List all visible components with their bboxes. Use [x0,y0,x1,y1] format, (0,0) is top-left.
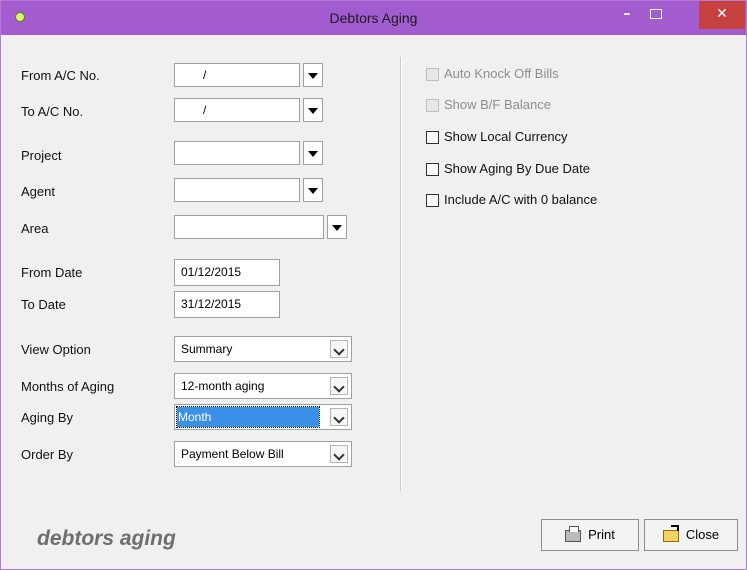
checkbox-box[interactable] [426,163,439,176]
order-by-value: Payment Below Bill [181,447,284,461]
order-by-label: Order By [21,447,74,462]
area-dropdown-button[interactable] [327,215,347,239]
to-date-label: To Date [21,297,66,312]
chevron-down-icon[interactable] [330,377,348,395]
minimize-button[interactable]: – [613,1,641,29]
title-bar[interactable]: Debtors Aging – ✕ [1,1,746,35]
view-option-label: View Option [21,342,91,357]
months-of-aging-value: 12-month aging [181,379,265,393]
months-of-aging-label: Months of Aging [21,379,115,394]
from-ac-dropdown-button[interactable] [303,63,323,87]
to-ac-dropdown-button[interactable] [303,98,323,122]
chevron-down-icon[interactable] [330,408,348,426]
checkbox-box[interactable] [426,68,439,81]
close-window-button[interactable]: ✕ [699,1,745,29]
checkbox-box[interactable] [426,194,439,207]
aging-by-select[interactable]: Month [174,404,352,430]
close-button-label: Close [685,527,720,542]
column-divider [400,57,402,491]
from-date-label: From Date [21,265,83,280]
dropdown-arrow-icon [308,108,318,114]
chevron-down-icon[interactable] [330,340,348,358]
chevron-down-icon[interactable] [330,445,348,463]
dropdown-arrow-icon [308,73,318,79]
agent-label: Agent [21,184,55,199]
maximize-button[interactable] [642,1,670,29]
agent-dropdown-button[interactable] [303,178,323,202]
view-option-select[interactable]: Summary [174,336,352,362]
dropdown-arrow-icon [332,225,342,231]
view-option-value: Summary [181,342,233,356]
auto-knock-off-label: Auto Knock Off Bills [444,66,559,81]
area-input[interactable] [174,215,324,239]
from-ac-label: From A/C No. [21,68,100,83]
dropdown-arrow-icon [308,151,318,157]
project-label: Project [21,148,62,163]
agent-input[interactable] [174,178,300,202]
show-aging-due-date-label: Show Aging By Due Date [444,161,590,176]
show-bf-balance-label: Show B/F Balance [444,97,551,112]
from-date-input[interactable]: 01/12/2015 [174,259,280,286]
printer-icon [565,525,582,542]
maximize-icon [650,9,662,19]
checkbox-box[interactable] [426,131,439,144]
to-date-input[interactable]: 31/12/2015 [174,291,280,318]
debtors-aging-window: Debtors Aging – ✕ From A/C No. / To A/C … [0,0,747,570]
show-local-currency-label: Show Local Currency [444,129,568,144]
project-input[interactable] [174,141,300,165]
area-label: Area [21,221,49,236]
aging-by-value: Month [176,406,320,428]
from-ac-input[interactable]: / [174,63,300,87]
to-ac-label: To A/C No. [21,104,84,119]
order-by-select[interactable]: Payment Below Bill [174,441,352,467]
include-zero-balance-label: Include A/C with 0 balance [444,192,598,207]
dropdown-arrow-icon [308,188,318,194]
close-button[interactable]: Close [644,519,738,551]
print-button[interactable]: Print [541,519,639,551]
checkbox-box[interactable] [426,99,439,112]
print-button-label: Print [588,527,615,542]
close-folder-icon [662,524,679,542]
aging-by-label: Aging By [21,410,74,425]
footer-caption: debtors aging [37,527,176,550]
project-dropdown-button[interactable] [303,141,323,165]
to-ac-input[interactable]: / [174,98,300,122]
months-of-aging-select[interactable]: 12-month aging [174,373,352,399]
